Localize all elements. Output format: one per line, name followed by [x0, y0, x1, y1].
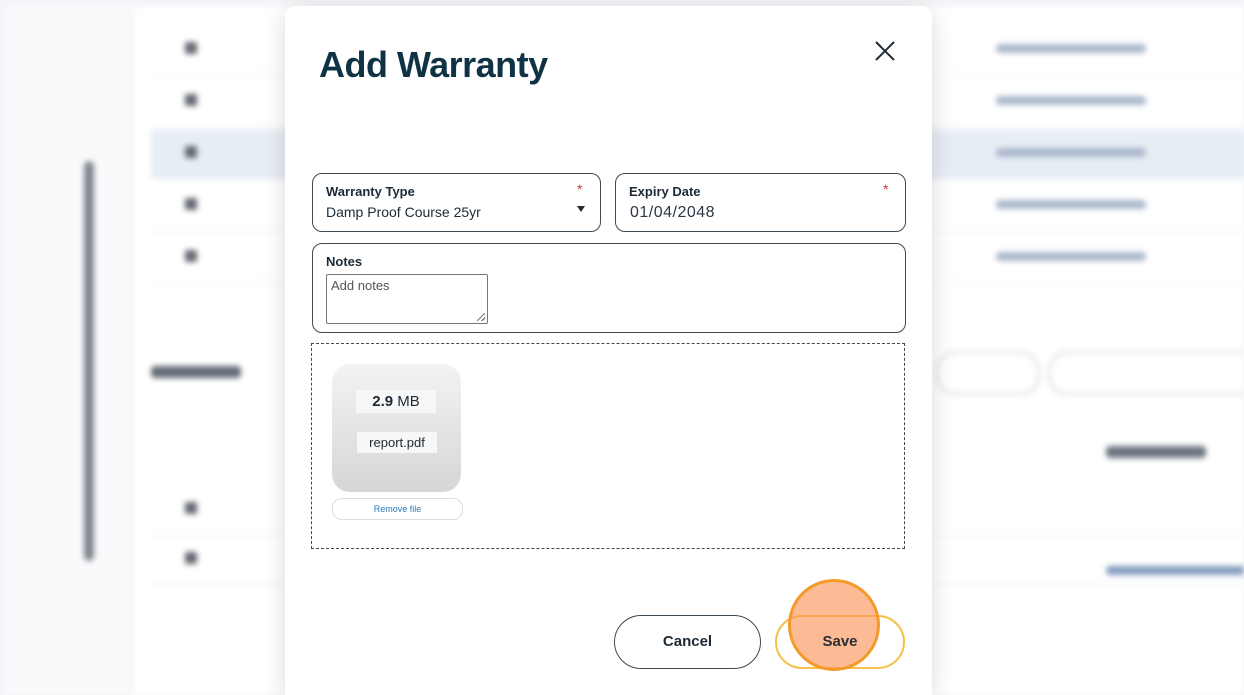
notes-textarea[interactable]: Add notes [326, 274, 488, 324]
file-name: report.pdf [357, 432, 437, 453]
resize-grip-icon[interactable] [477, 313, 485, 321]
required-marker: * [883, 181, 889, 197]
warranty-type-value: Damp Proof Course 25yr [326, 204, 481, 220]
notes-label: Notes [326, 254, 363, 269]
add-warranty-modal: Add Warranty Warranty Type * Damp Proof … [285, 6, 932, 695]
required-marker: * [577, 181, 583, 197]
expiry-date-value: 01/04/2048 [630, 204, 716, 221]
save-button[interactable] [775, 615, 905, 669]
remove-file-button[interactable]: Remove file [332, 498, 463, 520]
warranty-type-select[interactable]: Warranty Type * Damp Proof Course 25yr [312, 173, 601, 232]
chevron-down-icon [577, 206, 585, 212]
file-preview-card: 2.9 MB report.pdf [332, 364, 461, 492]
modal-title: Add Warranty [319, 44, 548, 85]
notes-field: Notes Add notes [312, 243, 906, 333]
file-dropzone[interactable]: 2.9 MB report.pdf Remove file [311, 343, 905, 549]
close-button[interactable] [870, 36, 900, 66]
cancel-button[interactable]: Cancel [614, 615, 761, 669]
expiry-date-field[interactable]: Expiry Date * 01/04/2048 [615, 173, 906, 232]
close-icon [875, 41, 895, 61]
expiry-date-label: Expiry Date [629, 184, 701, 199]
warranty-type-label: Warranty Type [326, 184, 415, 199]
file-size: 2.9 MB [356, 390, 436, 413]
notes-placeholder: Add notes [331, 278, 390, 293]
